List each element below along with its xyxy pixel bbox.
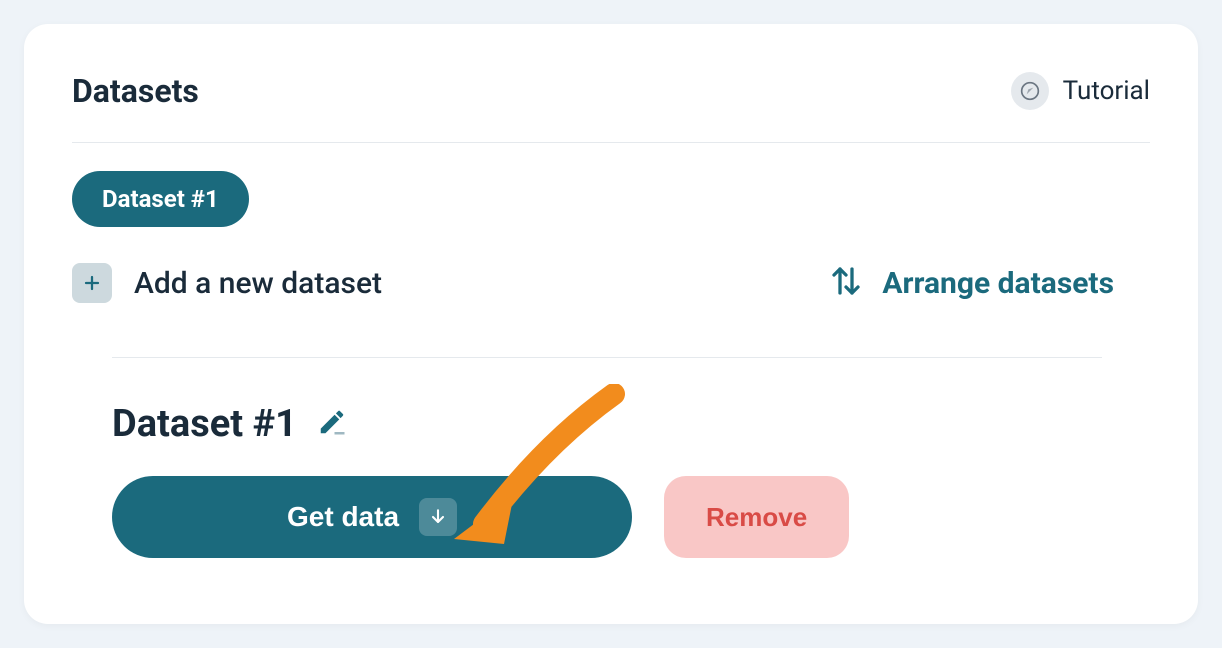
arrange-datasets-button[interactable]: Arrange datasets bbox=[828, 263, 1150, 303]
page-title: Datasets bbox=[72, 72, 199, 110]
compass-icon bbox=[1011, 72, 1049, 110]
arrange-icon bbox=[828, 263, 864, 303]
remove-button[interactable]: Remove bbox=[664, 476, 849, 558]
tutorial-link[interactable]: Tutorial bbox=[1011, 72, 1150, 110]
get-data-label: Get data bbox=[287, 501, 399, 533]
datasets-card: Datasets Tutorial Dataset #1 Add a new d… bbox=[24, 24, 1198, 624]
tab-dataset-1[interactable]: Dataset #1 bbox=[72, 171, 249, 227]
dataset-tabs: Dataset #1 bbox=[72, 143, 1150, 227]
add-dataset-label: Add a new dataset bbox=[134, 266, 382, 301]
actions-row: Add a new dataset Arrange datasets bbox=[72, 227, 1150, 303]
pencil-icon[interactable] bbox=[317, 407, 347, 441]
dataset-title: Dataset #1 bbox=[112, 402, 297, 446]
add-dataset-button[interactable]: Add a new dataset bbox=[72, 263, 382, 303]
arrange-label: Arrange datasets bbox=[882, 266, 1114, 301]
dataset-detail: Dataset #1 Get data Remove bbox=[72, 357, 1150, 558]
chevron-down-icon bbox=[419, 498, 457, 536]
header: Datasets Tutorial bbox=[72, 72, 1150, 143]
tutorial-label: Tutorial bbox=[1063, 76, 1150, 106]
button-row: Get data Remove bbox=[112, 446, 1102, 558]
plus-icon bbox=[72, 263, 112, 303]
get-data-button[interactable]: Get data bbox=[112, 476, 632, 558]
dataset-title-row: Dataset #1 bbox=[112, 358, 1102, 446]
